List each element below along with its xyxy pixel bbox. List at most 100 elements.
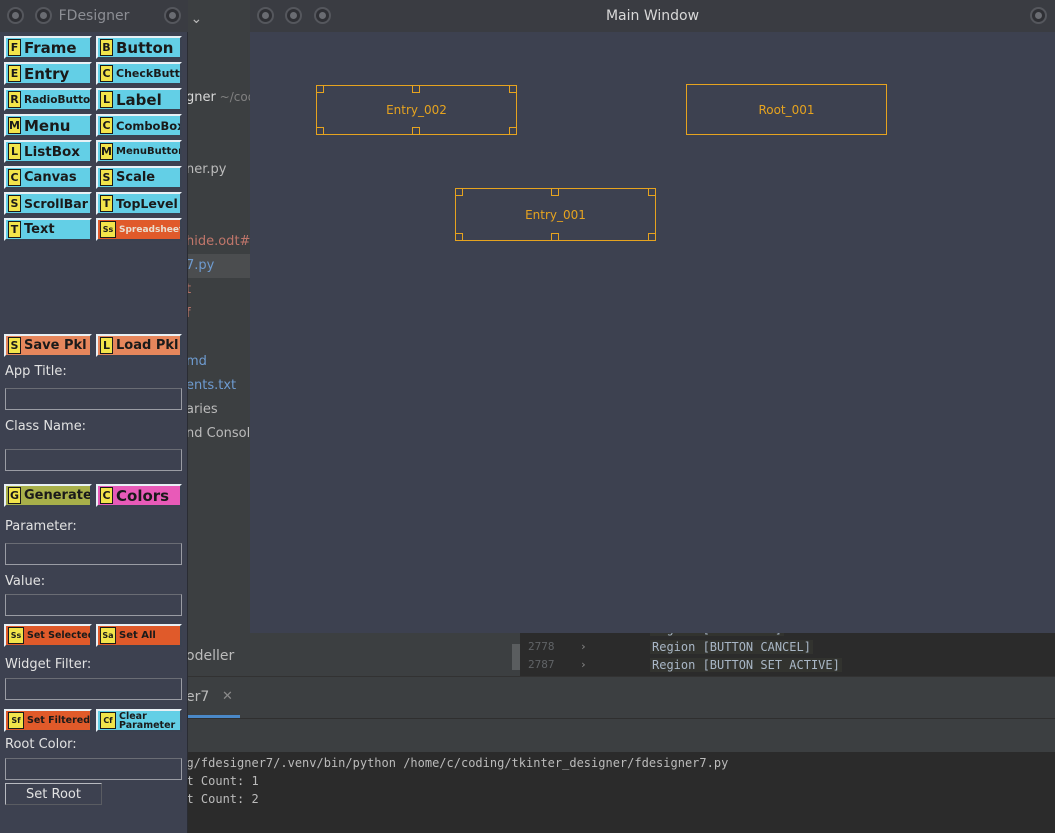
run-tab[interactable]: er7: [186, 689, 209, 705]
structure-item[interactable]: odeller: [186, 648, 234, 664]
tree-item[interactable]: md: [186, 354, 207, 369]
app-title-input[interactable]: [5, 388, 182, 410]
hotkey-badge: T: [8, 221, 21, 238]
root-color-label: Root Color:: [5, 737, 77, 752]
hotkey-badge: L: [8, 143, 21, 160]
add-toplevel-button[interactable]: T TopLevel: [96, 192, 182, 215]
widget-label: Entry_002: [386, 103, 447, 117]
root-color-input[interactable]: [5, 758, 182, 780]
hotkey-badge: F: [8, 39, 21, 56]
resize-handle[interactable]: [412, 85, 420, 93]
main-window: Main Window Entry_002 Root_001 Entry_001: [250, 0, 1055, 633]
chevron-down-icon: ⌄: [190, 11, 203, 27]
tree-item[interactable]: ents.txt: [186, 378, 236, 393]
window-title: FDesigner: [58, 8, 130, 24]
add-spreadsheet-button[interactable]: Ss Spreadsheet: [96, 218, 182, 241]
window-menu-button[interactable]: [164, 7, 181, 24]
hotkey-badge: E: [8, 65, 21, 82]
widget-root-001[interactable]: Root_001: [686, 84, 887, 135]
tree-item[interactable]: ner.py: [186, 162, 226, 177]
add-text-button[interactable]: T Text: [4, 218, 92, 241]
hotkey-badge: M: [8, 117, 21, 134]
resize-handle[interactable]: [648, 188, 656, 196]
value-label: Value:: [5, 574, 46, 589]
tree-item-project[interactable]: gner ~/cod: [186, 90, 255, 105]
tree-item[interactable]: nd Console: [186, 426, 258, 441]
add-menubutton-button[interactable]: M MenuButton: [96, 140, 182, 163]
add-combobox-button[interactable]: C ComboBox: [96, 114, 182, 137]
code-line: 2787 › Region [BUTTON SET ACTIVE]: [520, 658, 1055, 676]
add-listbox-button[interactable]: L ListBox: [4, 140, 92, 163]
hotkey-badge: Cf: [100, 712, 116, 729]
hotkey-badge: Sf: [8, 712, 24, 729]
resize-handle[interactable]: [455, 188, 463, 196]
add-radiobutton-button[interactable]: R RadioButton: [4, 88, 92, 111]
hotkey-badge: Ss: [100, 221, 116, 238]
main-window-titlebar[interactable]: Main Window: [250, 0, 1055, 32]
line-number: 2787: [528, 658, 555, 671]
hotkey-badge: M: [100, 143, 113, 160]
widget-entry-002[interactable]: Entry_002: [316, 85, 517, 135]
resize-handle[interactable]: [316, 85, 324, 93]
resize-handle[interactable]: [648, 233, 656, 241]
resize-handle[interactable]: [551, 188, 559, 196]
set-all-button[interactable]: Sa Set All: [96, 624, 182, 647]
add-frame-button[interactable]: F Frame: [4, 36, 92, 59]
hotkey-badge: S: [8, 195, 21, 212]
hotkey-badge: Ss: [8, 627, 24, 644]
value-input[interactable]: [5, 594, 182, 616]
add-label-button[interactable]: L Label: [96, 88, 182, 111]
widget-entry-001[interactable]: Entry_001: [455, 188, 656, 241]
line-number: 2778: [528, 640, 555, 653]
hotkey-badge: S: [8, 337, 21, 354]
hotkey-badge: B: [100, 39, 113, 56]
window-menu-button[interactable]: [1030, 7, 1047, 24]
class-name-label: Class Name:: [5, 419, 87, 434]
fdesigner-titlebar[interactable]: FDesigner: [0, 0, 188, 32]
fold-arrow-icon[interactable]: ›: [580, 658, 587, 671]
console-line: ing/fdesigner7/.venv/bin/python /home/c/…: [172, 756, 729, 770]
resize-handle[interactable]: [551, 233, 559, 241]
code-text: Region [BUTTON CANCEL]: [650, 640, 813, 654]
add-menu-button[interactable]: M Menu: [4, 114, 92, 137]
resize-handle[interactable]: [455, 233, 463, 241]
code-line: 2778 › Region [BUTTON CANCEL]: [520, 640, 1055, 658]
design-canvas[interactable]: Entry_002 Root_001 Entry_001: [250, 32, 1055, 633]
parameter-label: Parameter:: [5, 519, 77, 534]
add-checkbutton-button[interactable]: CCheckButton: [96, 62, 182, 85]
resize-handle[interactable]: [316, 127, 324, 135]
close-icon[interactable]: ✕: [222, 689, 233, 704]
resize-handle[interactable]: [509, 127, 517, 135]
tree-item[interactable]: hide.odt#: [186, 234, 250, 249]
scrollbar-thumb[interactable]: [512, 644, 520, 670]
add-scale-button[interactable]: S Scale: [96, 166, 182, 189]
set-filtered-button[interactable]: Sf Set Filtered: [4, 709, 92, 732]
parameter-input[interactable]: [5, 543, 182, 565]
class-name-input[interactable]: [5, 449, 182, 471]
add-button-button[interactable]: B Button: [96, 36, 182, 59]
load-pkl-button[interactable]: L Load Pkl: [96, 334, 182, 357]
add-scrollbar-button[interactable]: S ScrollBar: [4, 192, 92, 215]
resize-handle[interactable]: [509, 85, 517, 93]
fold-arrow-icon[interactable]: ›: [580, 640, 587, 653]
tree-item[interactable]: aries: [186, 402, 218, 417]
code-text: Region [BUTTON SET ACTIVE]: [650, 658, 842, 672]
hotkey-badge: C: [100, 65, 113, 82]
hotkey-badge: C: [100, 487, 113, 504]
set-selected-button[interactable]: Ss Set Selected: [4, 624, 92, 647]
hotkey-badge: L: [100, 91, 113, 108]
clear-parameter-button[interactable]: Cf Clear Parameter: [96, 709, 182, 732]
set-root-button[interactable]: Set Root: [5, 783, 102, 805]
tree-item[interactable]: 7.py: [186, 258, 214, 273]
generate-button[interactable]: G Generate: [4, 484, 92, 507]
add-entry-button[interactable]: E Entry: [4, 62, 92, 85]
save-pkl-button[interactable]: S Save Pkl: [4, 334, 92, 357]
hotkey-badge: S: [100, 169, 113, 186]
add-canvas-button[interactable]: C Canvas: [4, 166, 92, 189]
resize-handle[interactable]: [412, 127, 420, 135]
colors-button[interactable]: C Colors: [96, 484, 182, 507]
hotkey-badge: C: [100, 117, 113, 134]
widget-filter-input[interactable]: [5, 678, 182, 700]
app-title-label: App Title:: [5, 364, 67, 379]
hotkey-badge: C: [8, 169, 21, 186]
